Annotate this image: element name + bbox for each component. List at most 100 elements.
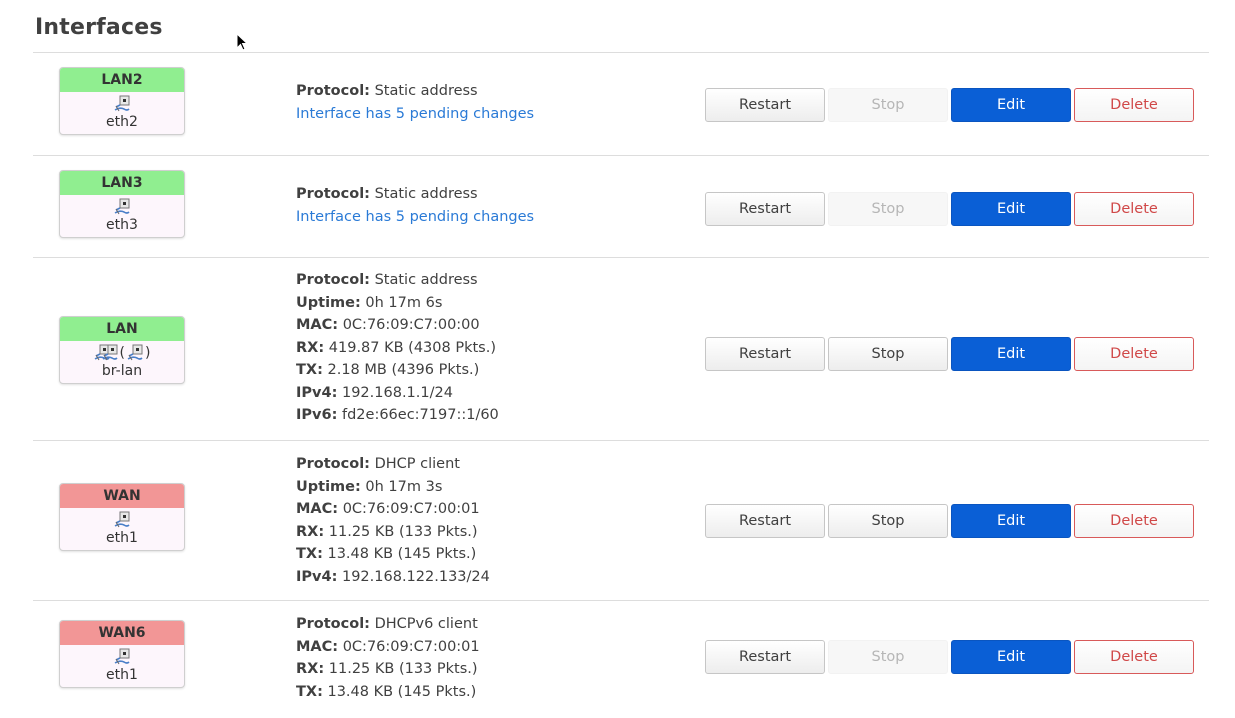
- interface-badge[interactable]: WAN6 eth1: [59, 620, 185, 688]
- detail-value: 13.48 KB (145 Pkts.): [327, 546, 477, 562]
- detail-value: 2.18 MB (4396 Pkts.): [327, 362, 480, 378]
- detail-line: TX: 13.48 KB (145 Pkts.): [296, 681, 480, 704]
- detail-value: 419.87 KB (4308 Pkts.): [328, 339, 496, 356]
- detail-line: IPv4: 192.168.1.1/24: [296, 382, 499, 405]
- edit-button[interactable]: Edit: [951, 337, 1071, 371]
- interface-name: WAN6: [60, 621, 184, 645]
- restart-button[interactable]: Restart: [705, 192, 825, 226]
- detail-line: Protocol: Static address: [296, 183, 534, 206]
- detail-value: 0h 17m 6s: [365, 294, 443, 311]
- ethernet-port-icon: [114, 511, 130, 529]
- pending-changes-link[interactable]: Interface has 5 pending changes: [296, 206, 534, 229]
- ethernet-port-icon: [114, 95, 130, 113]
- detail-value: DHCPv6 client: [374, 616, 478, 632]
- interface-actions: Restart Stop Edit Delete: [705, 504, 1194, 538]
- detail-label: RX:: [296, 523, 325, 540]
- delete-button[interactable]: Delete: [1074, 504, 1194, 538]
- interface-actions: Restart Stop Edit Delete: [705, 88, 1194, 122]
- interface-details: Protocol: Static address Uptime: 0h 17m 6…: [296, 269, 499, 427]
- interface-row: WAN6 eth1 Protocol: DHCPv6 client MAC: 0C:7…: [33, 600, 1209, 713]
- restart-button[interactable]: Restart: [705, 337, 825, 371]
- restart-button[interactable]: Restart: [705, 504, 825, 538]
- detail-value: 0h 17m 3s: [365, 478, 443, 495]
- detail-line: RX: 11.25 KB (133 Pkts.): [296, 658, 480, 681]
- device-name: eth3: [106, 217, 138, 233]
- delete-button[interactable]: Delete: [1074, 88, 1194, 122]
- stop-button[interactable]: Stop: [828, 88, 948, 122]
- interface-badge[interactable]: LAN () br-lan: [59, 316, 185, 384]
- ethernet-port-icon: [114, 198, 130, 216]
- ethernet-port-icon: [127, 344, 143, 362]
- page-title: Interfaces: [35, 15, 163, 40]
- restart-button[interactable]: Restart: [705, 88, 825, 122]
- detail-label: TX:: [296, 546, 323, 562]
- stop-button[interactable]: Stop: [828, 504, 948, 538]
- detail-line: Protocol: DHCP client: [296, 453, 490, 476]
- interface-name: WAN: [60, 484, 184, 508]
- edit-button[interactable]: Edit: [951, 88, 1071, 122]
- interface-badge[interactable]: LAN2 eth2: [59, 67, 185, 135]
- interface-details: Protocol: DHCP client Uptime: 0h 17m 3s MA…: [296, 453, 490, 588]
- detail-label: MAC:: [296, 317, 339, 333]
- interface-name: LAN3: [60, 171, 184, 195]
- detail-value: 192.168.122.133/24: [341, 568, 490, 585]
- interface-actions: Restart Stop Edit Delete: [705, 640, 1194, 674]
- detail-label: Protocol:: [296, 272, 370, 288]
- delete-button[interactable]: Delete: [1074, 192, 1194, 226]
- interface-row: LAN2 eth2 Protocol: Static address Interfac…: [33, 52, 1209, 155]
- device-icons: (): [60, 344, 184, 362]
- stop-button[interactable]: Stop: [828, 337, 948, 371]
- edit-button[interactable]: Edit: [951, 640, 1071, 674]
- detail-label: IPv4:: [296, 568, 338, 585]
- interface-row: LAN () br-lan Protocol: Static address Uptim…: [33, 257, 1209, 440]
- delete-button[interactable]: Delete: [1074, 337, 1194, 371]
- device-icons: [60, 648, 184, 666]
- detail-line: Protocol: Static address: [296, 269, 499, 292]
- detail-value: 11.25 KB (133 Pkts.): [328, 661, 478, 677]
- detail-value: Static address: [374, 272, 478, 288]
- detail-label: Uptime:: [296, 478, 361, 495]
- detail-line: MAC: 0C:76:09:C7:00:01: [296, 636, 480, 659]
- detail-label: Protocol:: [296, 83, 370, 99]
- stop-button[interactable]: Stop: [828, 192, 948, 226]
- detail-line: IPv4: 192.168.122.133/24: [296, 566, 490, 589]
- edit-button[interactable]: Edit: [951, 192, 1071, 226]
- interface-details: Protocol: Static address Interface has 5 …: [296, 80, 534, 125]
- interface-name: LAN: [60, 317, 184, 341]
- edit-button[interactable]: Edit: [951, 504, 1071, 538]
- interface-name: LAN2: [60, 68, 184, 92]
- detail-label: Protocol:: [296, 186, 370, 202]
- detail-value: 0C:76:09:C7:00:00: [342, 317, 480, 333]
- detail-label: MAC:: [296, 638, 339, 655]
- ethernet-port-icon: [114, 648, 130, 666]
- restart-button[interactable]: Restart: [705, 640, 825, 674]
- detail-value: DHCP client: [374, 456, 460, 472]
- stop-button[interactable]: Stop: [828, 640, 948, 674]
- paren-close: ): [145, 345, 151, 361]
- paren-open: (: [119, 345, 125, 361]
- device-icons: [60, 95, 184, 113]
- detail-value: fd2e:66ec:7197::1/60: [341, 407, 499, 423]
- detail-label: IPv6:: [296, 407, 338, 423]
- detail-line: TX: 2.18 MB (4396 Pkts.): [296, 359, 499, 382]
- bridge-icon: [94, 344, 118, 362]
- detail-line: IPv6: fd2e:66ec:7197::1/60: [296, 404, 499, 427]
- interface-badge[interactable]: LAN3 eth3: [59, 170, 185, 238]
- device-name: eth1: [106, 530, 138, 546]
- interface-badge[interactable]: WAN eth1: [59, 483, 185, 551]
- device-name: br-lan: [101, 363, 143, 379]
- detail-label: RX:: [296, 339, 325, 356]
- device-name: eth1: [106, 667, 138, 683]
- device-name: eth2: [106, 114, 138, 130]
- detail-value: Static address: [374, 186, 478, 202]
- detail-value: 11.25 KB (133 Pkts.): [328, 523, 478, 540]
- detail-value: 13.48 KB (145 Pkts.): [327, 683, 477, 700]
- detail-value: 0C:76:09:C7:00:01: [342, 501, 480, 517]
- interface-row: WAN eth1 Protocol: DHCP client Uptime: 0h 1…: [33, 440, 1209, 600]
- pending-changes-link[interactable]: Interface has 5 pending changes: [296, 103, 534, 126]
- detail-line: Protocol: Static address: [296, 80, 534, 103]
- detail-line: Protocol: DHCPv6 client: [296, 613, 480, 636]
- detail-line: RX: 11.25 KB (133 Pkts.): [296, 521, 490, 544]
- detail-label: RX:: [296, 661, 325, 677]
- delete-button[interactable]: Delete: [1074, 640, 1194, 674]
